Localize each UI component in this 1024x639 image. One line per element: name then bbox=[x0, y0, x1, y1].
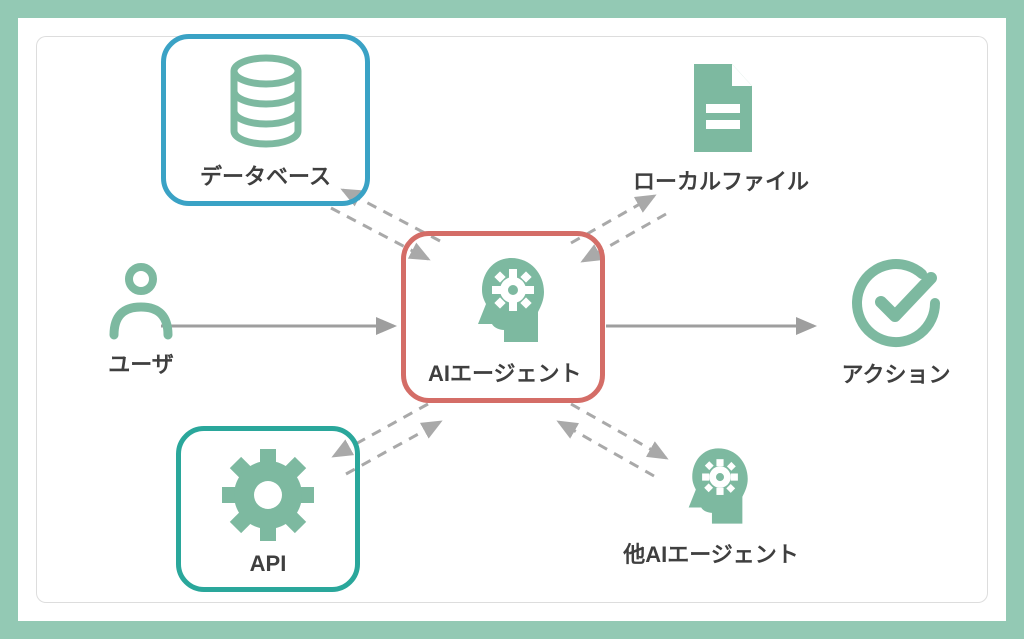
node-api: API bbox=[176, 426, 360, 592]
user-label: ユーザ bbox=[81, 347, 201, 379]
file-icon bbox=[676, 58, 766, 158]
node-localfile: ローカルファイル bbox=[606, 58, 836, 196]
node-action: アクション bbox=[821, 256, 971, 389]
gear-icon bbox=[218, 445, 318, 545]
ai-agent-icon bbox=[456, 250, 551, 350]
database-label: データベース bbox=[188, 159, 343, 191]
diagram-frame: ユーザ データベース ローカルファイル bbox=[0, 0, 1024, 639]
check-circle-icon bbox=[849, 256, 944, 351]
node-otheragent: 他AIエージェント bbox=[596, 441, 826, 569]
action-label: アクション bbox=[821, 357, 971, 389]
api-label: API bbox=[203, 551, 333, 577]
diagram-canvas: ユーザ データベース ローカルファイル bbox=[36, 36, 988, 603]
database-icon bbox=[221, 53, 311, 153]
otheragent-label: 他AIエージェント bbox=[596, 537, 826, 569]
user-icon bbox=[106, 261, 176, 341]
node-user: ユーザ bbox=[81, 261, 201, 379]
node-agent: AIエージェント bbox=[401, 231, 605, 403]
ai-agent-icon bbox=[669, 441, 754, 531]
arrow-api-to-agent bbox=[346, 422, 440, 474]
agent-label: AIエージェント bbox=[428, 356, 578, 388]
localfile-label: ローカルファイル bbox=[606, 164, 836, 196]
node-database: データベース bbox=[161, 34, 370, 206]
